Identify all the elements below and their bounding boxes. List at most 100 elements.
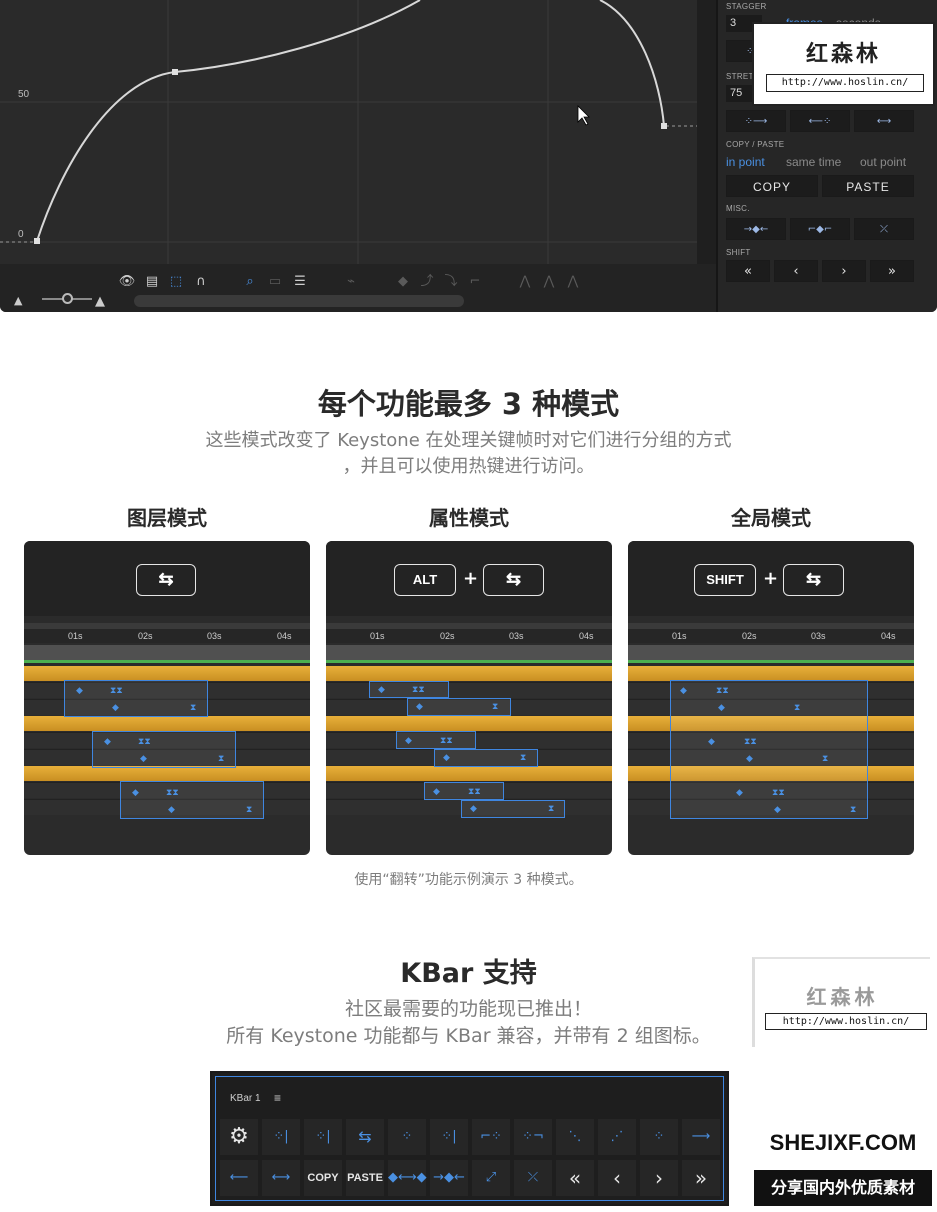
- kbar-panel: KBar 1 ≡ ⚙ ⁘| ⁘| ⇆ ⁘ ⁘| ⌐⁘ ⁘¬ ⋱ ⋰ ⁘ ⟶ ⟵ …: [210, 1071, 729, 1206]
- ease-none-icon[interactable]: ⋀: [564, 273, 582, 291]
- watermark-bottom: 红森林 http://www.hoslin.cn/: [752, 957, 930, 1047]
- kbar-copy-button[interactable]: COPY: [304, 1160, 342, 1196]
- kbar-toolbar: KBar 1 ≡ ⚙ ⁘| ⁘| ⇆ ⁘ ⁘| ⌐⁘ ⁘¬ ⋱ ⋰ ⁘ ⟶ ⟵ …: [215, 1076, 724, 1201]
- graph-type-icon[interactable]: ▤: [143, 273, 161, 291]
- y-axis-label-0: 0: [18, 229, 24, 240]
- kbar-expand-icon[interactable]: ◆⟷◆: [388, 1160, 427, 1196]
- hold-keyframe-icon[interactable]: ◆: [394, 273, 412, 291]
- kbar-mirror-icon[interactable]: ⤫: [514, 1160, 552, 1196]
- same-time-option[interactable]: same time: [786, 155, 841, 169]
- y-axis-label-50: 50: [18, 89, 30, 100]
- modes-subtitle-line1: 这些模式改变了 Keystone 在处理关键帧时对它们进行分组的方式: [205, 430, 732, 451]
- kbar-stagger-left-icon[interactable]: ⁘|: [262, 1119, 300, 1155]
- watermark-title: 红森林: [805, 42, 881, 67]
- stretch-center-button[interactable]: ⟵⁘: [790, 110, 850, 132]
- tick-03s: 03s: [509, 631, 524, 641]
- kbar-collapse-icon[interactable]: →◆←: [430, 1160, 468, 1196]
- kbar-stagger-random-icon[interactable]: ⁘: [640, 1119, 678, 1155]
- eye-icon[interactable]: 👁: [118, 273, 136, 291]
- paste-button[interactable]: PASTE: [822, 175, 914, 197]
- in-point-option[interactable]: in point: [726, 155, 765, 169]
- misc-flip-button[interactable]: ⤫: [854, 218, 914, 240]
- kbar-paste-button[interactable]: PASTE: [346, 1160, 384, 1196]
- kbar-align-in-icon[interactable]: ⁘: [388, 1119, 426, 1155]
- selection-box: [92, 731, 236, 768]
- kbar-path-icon[interactable]: ⤢: [472, 1160, 510, 1196]
- fit-all-icon[interactable]: ▭: [266, 273, 284, 291]
- kbar-stagger-up-icon[interactable]: ⋰: [598, 1119, 636, 1155]
- flip-key-icon: ⇆: [783, 564, 844, 596]
- out-point-option[interactable]: out point: [860, 155, 906, 169]
- kbar-shift-first-icon[interactable]: «: [556, 1160, 594, 1196]
- transform-box-icon[interactable]: ⬚: [167, 273, 185, 291]
- selection-box: [64, 680, 208, 717]
- gear-icon[interactable]: ⚙: [220, 1119, 258, 1155]
- mouse-cursor-icon: [577, 105, 590, 126]
- fit-selection-icon[interactable]: ⌕: [241, 273, 259, 291]
- kbar-sequence-reverse-icon[interactable]: ⁘¬: [514, 1119, 552, 1155]
- easy-ease-in-icon[interactable]: ⌐: [466, 273, 484, 291]
- snap-magnet-icon[interactable]: ∩: [192, 273, 210, 291]
- stretch-both-button[interactable]: ⟷: [854, 110, 914, 132]
- stretch-left-button[interactable]: ⁘⟶: [726, 110, 786, 132]
- plus-sign: +: [763, 568, 779, 589]
- shift-prev-button[interactable]: ‹: [774, 260, 818, 282]
- kbar-stretch-right-icon[interactable]: ⟶: [682, 1119, 720, 1155]
- stagger-label: STAGGER: [726, 2, 767, 11]
- timeline-ruler: 01s 02s 03s 04s: [326, 623, 612, 643]
- auto-bezier-icon[interactable]: ⤴: [418, 273, 436, 291]
- selection-box: [120, 781, 264, 819]
- shift-last-button[interactable]: »: [870, 260, 914, 282]
- kbar-sequence-icon[interactable]: ⌐⁘: [472, 1119, 510, 1155]
- modes-heading: 每个功能最多 3 种模式: [317, 387, 620, 421]
- timeline-ruler: 01s 02s 03s 04s: [628, 623, 914, 643]
- kbar-stretch-both-icon[interactable]: ⟷: [262, 1160, 300, 1196]
- tick-04s: 04s: [277, 631, 292, 641]
- misc-collapse-button[interactable]: →◆←: [726, 218, 786, 240]
- speed-graph: [0, 0, 697, 264]
- graph-area[interactable]: 50 0: [0, 0, 697, 264]
- layer-mode-title: 图层模式: [127, 506, 207, 530]
- tick-01s: 01s: [672, 631, 687, 641]
- copy-paste-label: COPY / PASTE: [726, 140, 785, 149]
- horizontal-scrollbar[interactable]: [134, 295, 464, 307]
- kbar-flip-icon[interactable]: ⇆: [346, 1119, 384, 1155]
- timeline-ruler: 01s 02s 03s 04s: [24, 623, 310, 643]
- shift-label: SHIFT: [726, 248, 751, 257]
- separate-dimensions-icon[interactable]: ☰: [291, 273, 309, 291]
- modes-subtitle-line2: ，并且可以使用热键进行访问。: [342, 456, 595, 477]
- shift-first-button[interactable]: «: [726, 260, 770, 282]
- tick-04s: 04s: [881, 631, 896, 641]
- kbar-stagger-down-icon[interactable]: ⋱: [556, 1119, 594, 1155]
- copy-button[interactable]: COPY: [726, 175, 818, 197]
- flip-key-icon: ⇆: [483, 564, 544, 596]
- kbar-stagger-right-icon[interactable]: ⁘|: [304, 1119, 342, 1155]
- shift-next-button[interactable]: ›: [822, 260, 866, 282]
- global-mode-card: SHIFT + ⇆ 01s 02s 03s 04s ◆ ⧗⧗ ◆ ⧗ ◆ ⧗⧗ ◆ ⧗ …: [628, 541, 914, 855]
- tick-02s: 02s: [440, 631, 455, 641]
- ease-both-icon[interactable]: ⋀: [540, 273, 558, 291]
- watermark-title: 红森林: [806, 985, 879, 1009]
- easy-ease-icon[interactable]: ⤵: [442, 273, 460, 291]
- tick-01s: 01s: [370, 631, 385, 641]
- property-mode-card: ALT + ⇆ 01s 02s 03s 04s ◆ ⧗⧗ ◆ ⧗ ◆ ⧗⧗ ◆ ⧗ ◆ ⧗…: [326, 541, 612, 855]
- edit-keyframe-icon[interactable]: ⌁: [342, 273, 360, 291]
- zoom-in-icon[interactable]: ▲: [95, 294, 105, 309]
- menu-icon[interactable]: ≡: [274, 1091, 281, 1105]
- easy-ease-out-icon[interactable]: ⋀: [516, 273, 534, 291]
- misc-path-button[interactable]: ⌐◆⌐: [790, 218, 850, 240]
- kbar-shift-next-icon[interactable]: ›: [640, 1160, 678, 1196]
- flip-key-icon: ⇆: [136, 564, 196, 596]
- tick-03s: 03s: [811, 631, 826, 641]
- kbar-stretch-left-icon[interactable]: ⟵: [220, 1160, 258, 1196]
- watermark-top: 红森林 http://www.hoslin.cn/: [752, 22, 935, 106]
- brand-tagline: 分享国内外优质素材: [754, 1170, 932, 1206]
- watermark-url: http://www.hoslin.cn/: [765, 1013, 927, 1030]
- kbar-align-out-icon[interactable]: ⁘|: [430, 1119, 468, 1155]
- kbar-shift-last-icon[interactable]: »: [682, 1160, 720, 1196]
- tick-03s: 03s: [207, 631, 222, 641]
- zoom-slider-knob[interactable]: [62, 293, 73, 304]
- kbar-title: KBar 1: [230, 1093, 261, 1104]
- kbar-shift-prev-icon[interactable]: ‹: [598, 1160, 636, 1196]
- plus-sign: +: [463, 568, 479, 589]
